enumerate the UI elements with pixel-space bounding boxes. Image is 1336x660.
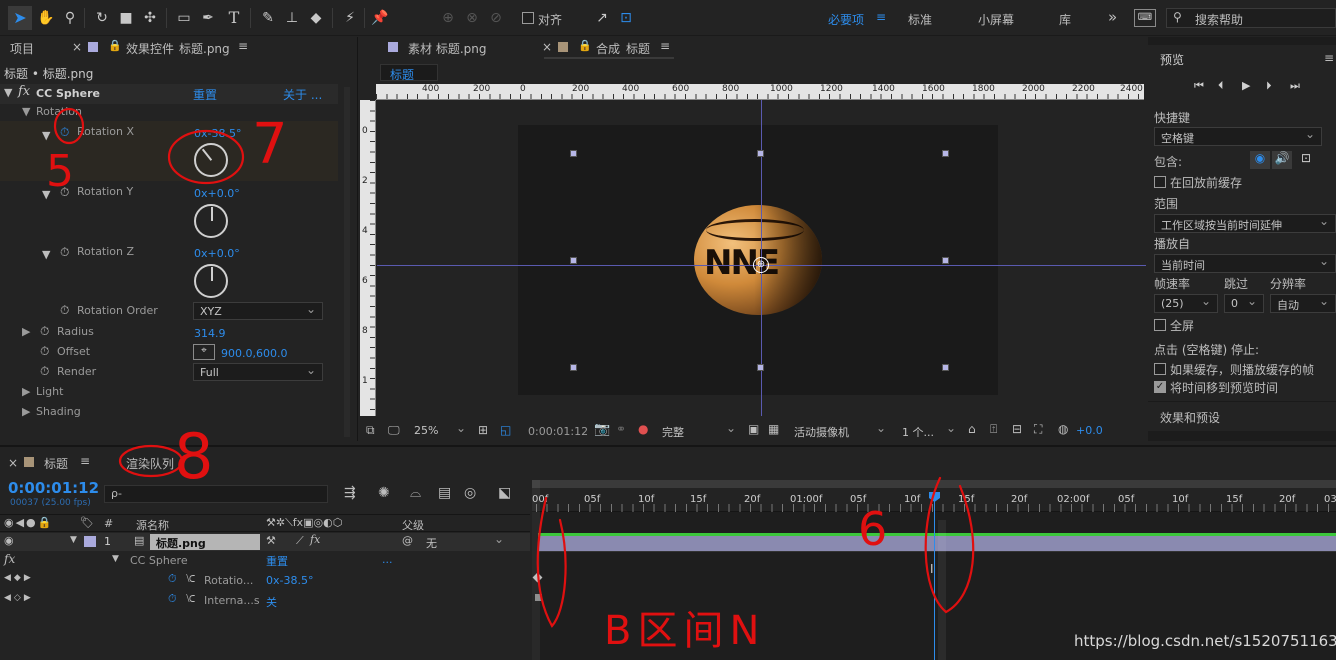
annotation-circle-render-queue (118, 444, 184, 478)
annotation-7: 7 (252, 112, 288, 177)
annotation-8: 8 (174, 420, 214, 493)
annotation-circle-stopwatch (53, 107, 85, 145)
watermark: https://blog.csdn.net/s15207511639 (1074, 632, 1336, 650)
annotation-bracket-start (536, 496, 567, 628)
annotation-circle-dial (167, 129, 245, 185)
annotation-5: 5 (46, 146, 74, 197)
annotation-b-range-n: B区间N (604, 608, 766, 654)
annotation-strokes (53, 107, 975, 628)
annotation-6: 6 (858, 502, 888, 556)
annotation-bracket-end (924, 476, 975, 614)
